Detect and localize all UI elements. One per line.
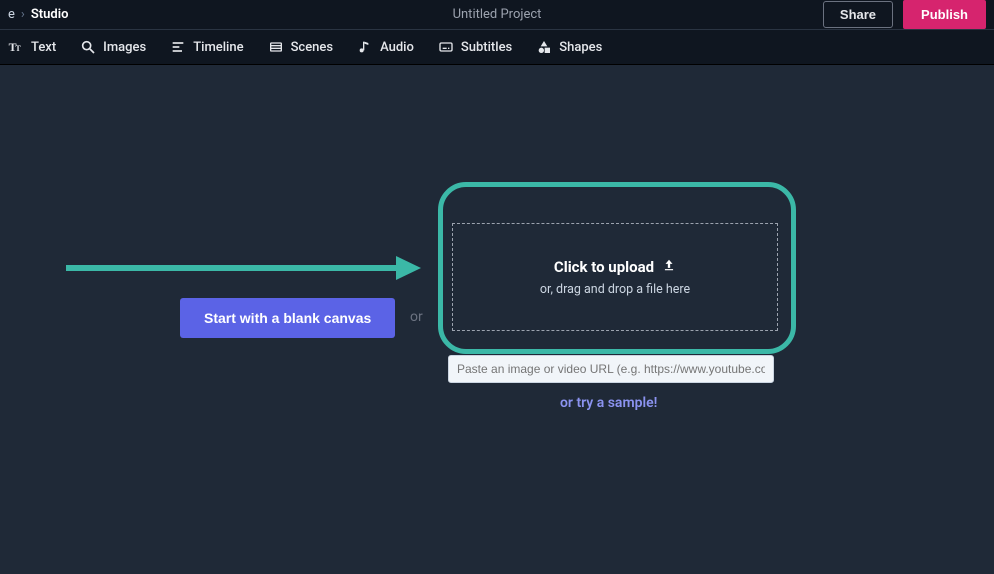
publish-button[interactable]: Publish <box>903 0 986 29</box>
main-canvas-area: Start with a blank canvas or Click to up… <box>0 65 994 574</box>
tool-text[interactable]: TT Text <box>8 39 56 55</box>
breadcrumb: e › Studio <box>8 7 68 22</box>
topbar: e › Studio Untitled Project Share Publis… <box>0 0 994 30</box>
subtitles-icon <box>438 39 454 55</box>
tool-subtitles-label: Subtitles <box>461 40 512 55</box>
breadcrumb-current[interactable]: Studio <box>31 7 69 22</box>
tool-timeline[interactable]: Timeline <box>170 39 243 55</box>
tool-timeline-label: Timeline <box>193 40 243 55</box>
tool-audio[interactable]: Audio <box>357 39 414 55</box>
upload-subtitle: or, drag and drop a file here <box>540 282 690 297</box>
share-button[interactable]: Share <box>823 1 893 28</box>
project-title[interactable]: Untitled Project <box>453 7 542 22</box>
scenes-icon <box>268 39 284 55</box>
tool-scenes[interactable]: Scenes <box>268 39 334 55</box>
upload-dropzone[interactable]: Click to upload or, drag and drop a file… <box>452 223 778 331</box>
shapes-icon <box>536 39 552 55</box>
tool-shapes[interactable]: Shapes <box>536 39 602 55</box>
audio-icon <box>357 39 373 55</box>
tool-images[interactable]: Images <box>80 39 146 55</box>
tool-text-label: Text <box>31 40 56 55</box>
try-sample-link[interactable]: or try a sample! <box>560 395 657 411</box>
tool-audio-label: Audio <box>380 40 414 55</box>
tool-scenes-label: Scenes <box>291 40 334 55</box>
svg-text:T: T <box>15 44 21 53</box>
tool-images-label: Images <box>103 40 146 55</box>
breadcrumb-separator: › <box>21 7 25 22</box>
tool-shapes-label: Shapes <box>559 40 602 55</box>
annotation-arrow <box>66 256 421 280</box>
start-blank-canvas-button[interactable]: Start with a blank canvas <box>180 298 395 338</box>
upload-title-row: Click to upload <box>554 258 676 276</box>
or-divider: or <box>410 309 423 325</box>
url-input[interactable] <box>448 355 774 383</box>
toolbar: TT Text Images Timeline Scenes Audio Sub… <box>0 30 994 65</box>
search-icon <box>80 39 96 55</box>
timeline-icon <box>170 39 186 55</box>
text-icon: TT <box>8 39 24 55</box>
tool-subtitles[interactable]: Subtitles <box>438 39 512 55</box>
breadcrumb-prev[interactable]: e <box>8 7 15 22</box>
upload-icon <box>662 258 676 276</box>
upload-title-text: Click to upload <box>554 258 654 276</box>
topbar-actions: Share Publish <box>823 0 986 29</box>
